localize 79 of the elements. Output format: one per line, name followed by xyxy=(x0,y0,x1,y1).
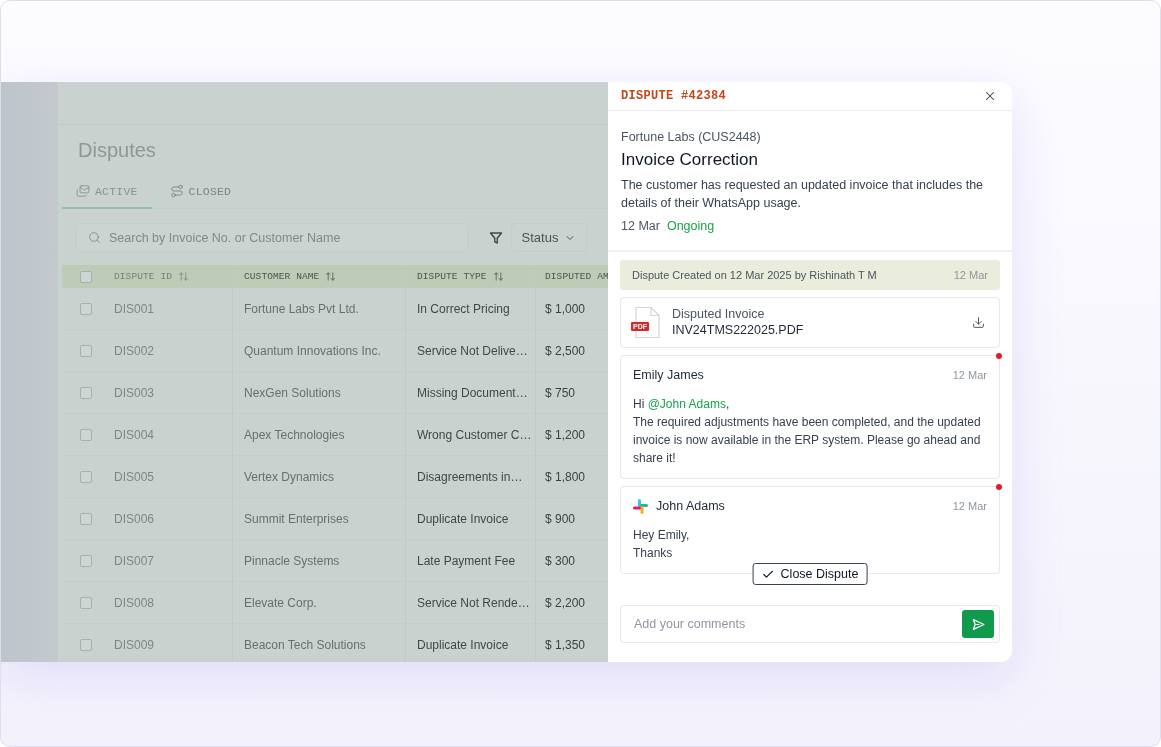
table-cell: Late Payment Fee xyxy=(405,540,535,581)
table-cell: Summit Enterprises xyxy=(232,498,405,539)
sort-icon[interactable] xyxy=(492,271,504,282)
search-field[interactable]: Search by Invoice No. or Customer Name xyxy=(76,223,468,252)
dispute-description: The customer has requested an updated invoice that includes the details of their WhatsApp usage. xyxy=(621,177,985,212)
send-icon xyxy=(971,617,985,631)
checkbox[interactable] xyxy=(80,512,92,525)
mention-link[interactable]: @John Adams xyxy=(647,397,726,411)
comment-text: Thanks xyxy=(633,545,673,562)
attachment-title: Disputed Invoice xyxy=(672,306,765,322)
dispute-date: 12 Mar xyxy=(621,218,660,234)
download-icon[interactable] xyxy=(972,316,985,329)
table-cell: In Correct Pricing xyxy=(405,288,535,329)
comment-text: The required adjustments have been completed, and the updated invoice is now available in the ERP system. Please go ahead and share it! xyxy=(633,414,982,467)
comment-author: John Adams xyxy=(656,499,725,513)
checkbox[interactable] xyxy=(80,302,92,315)
tab[interactable]: ACTIVE xyxy=(62,175,152,209)
checkbox[interactable] xyxy=(80,596,92,609)
comment-date: 12 Mar xyxy=(952,500,987,512)
table-cell-text: DIS008 xyxy=(113,594,156,612)
filter-icon[interactable] xyxy=(489,230,503,245)
table-cell-text: DIS009 xyxy=(113,636,156,654)
sort-icon[interactable] xyxy=(178,271,189,282)
status-label: Ongoing xyxy=(666,218,715,234)
search-icon xyxy=(88,231,101,244)
table-cell: Missing Document… xyxy=(405,372,535,413)
stacked-mail-icon xyxy=(76,184,90,198)
status-dropdown[interactable]: Status xyxy=(511,223,587,252)
table-cell-text: DIS005 xyxy=(113,468,156,486)
table-cell-text: DIS003 xyxy=(113,384,156,402)
dispute-number: DISPUTE #42384 xyxy=(621,89,727,103)
table-cell: Wrong Customer C… xyxy=(405,414,535,455)
column-header: DISPUTE ID xyxy=(114,271,172,282)
table-cell: Vertex Dynamics xyxy=(232,456,405,497)
table-cell: Elevate Corp. xyxy=(232,582,405,623)
table-cell: Quantum Innovations Inc. xyxy=(232,330,405,371)
table-cell: NexGen Solutions xyxy=(232,372,405,413)
table-cell-text: DIS004 xyxy=(113,426,156,444)
page-title: Disputes xyxy=(78,138,156,163)
table-cell-text: DIS002 xyxy=(113,342,156,360)
table-cell: Duplicate Invoice xyxy=(405,624,535,662)
checkbox[interactable] xyxy=(80,428,92,441)
table-cell: Duplicate Invoice xyxy=(405,498,535,539)
route-icon xyxy=(169,184,184,198)
activity-text: Dispute Created on 12 Mar 2025 by Rishinath T M xyxy=(632,269,877,281)
comment-text: Hey Emily, xyxy=(633,527,690,544)
file-name: INV24TMS222025.PDF xyxy=(672,322,804,339)
checkbox[interactable] xyxy=(80,638,92,651)
table-cell: Pinnacle Systems xyxy=(232,540,405,581)
table-cell: Disagreements in… xyxy=(405,456,535,497)
checkbox[interactable] xyxy=(80,344,92,357)
table-cell: Beacon Tech Solutions xyxy=(232,624,405,662)
table-cell-text: DIS007 xyxy=(113,552,156,570)
column-header: DISPUTED AM xyxy=(545,271,608,282)
customer-name: Fortune Labs (CUS2448) xyxy=(621,129,761,145)
close-icon[interactable] xyxy=(983,89,997,103)
table-cell: Fortune Labs Pvt Ltd. xyxy=(232,288,405,329)
comment-input[interactable]: Add your comments xyxy=(634,606,962,642)
checkbox[interactable] xyxy=(80,470,92,483)
checkbox[interactable] xyxy=(80,270,92,283)
dispute-heading: Invoice Correction xyxy=(621,149,758,171)
comment-author: Emily James xyxy=(633,368,704,382)
comment-text: Hi @John Adams, xyxy=(633,396,730,413)
checkbox[interactable] xyxy=(80,386,92,399)
comment-field[interactable]: Add your comments xyxy=(620,605,1000,643)
table-cell: Service Not Delive… xyxy=(405,330,535,371)
table-cell: Service Not Rende… xyxy=(405,582,535,623)
close-dispute-button[interactable]: Close Dispute xyxy=(752,563,868,585)
activity-date: 12 Mar xyxy=(953,269,988,281)
sort-icon[interactable] xyxy=(325,271,337,282)
table-cell-text: DIS001 xyxy=(113,300,156,318)
tab[interactable]: CLOSED xyxy=(155,175,246,209)
table-cell-text: DIS006 xyxy=(113,510,156,528)
column-header: DISPUTE TYPE xyxy=(417,271,487,282)
comment-date: 12 Mar xyxy=(952,369,987,381)
column-header: CUSTOMER NAME xyxy=(244,271,320,282)
send-button[interactable] xyxy=(962,610,994,638)
table-cell: Apex Technologies xyxy=(232,414,405,455)
checkbox[interactable] xyxy=(80,554,92,567)
